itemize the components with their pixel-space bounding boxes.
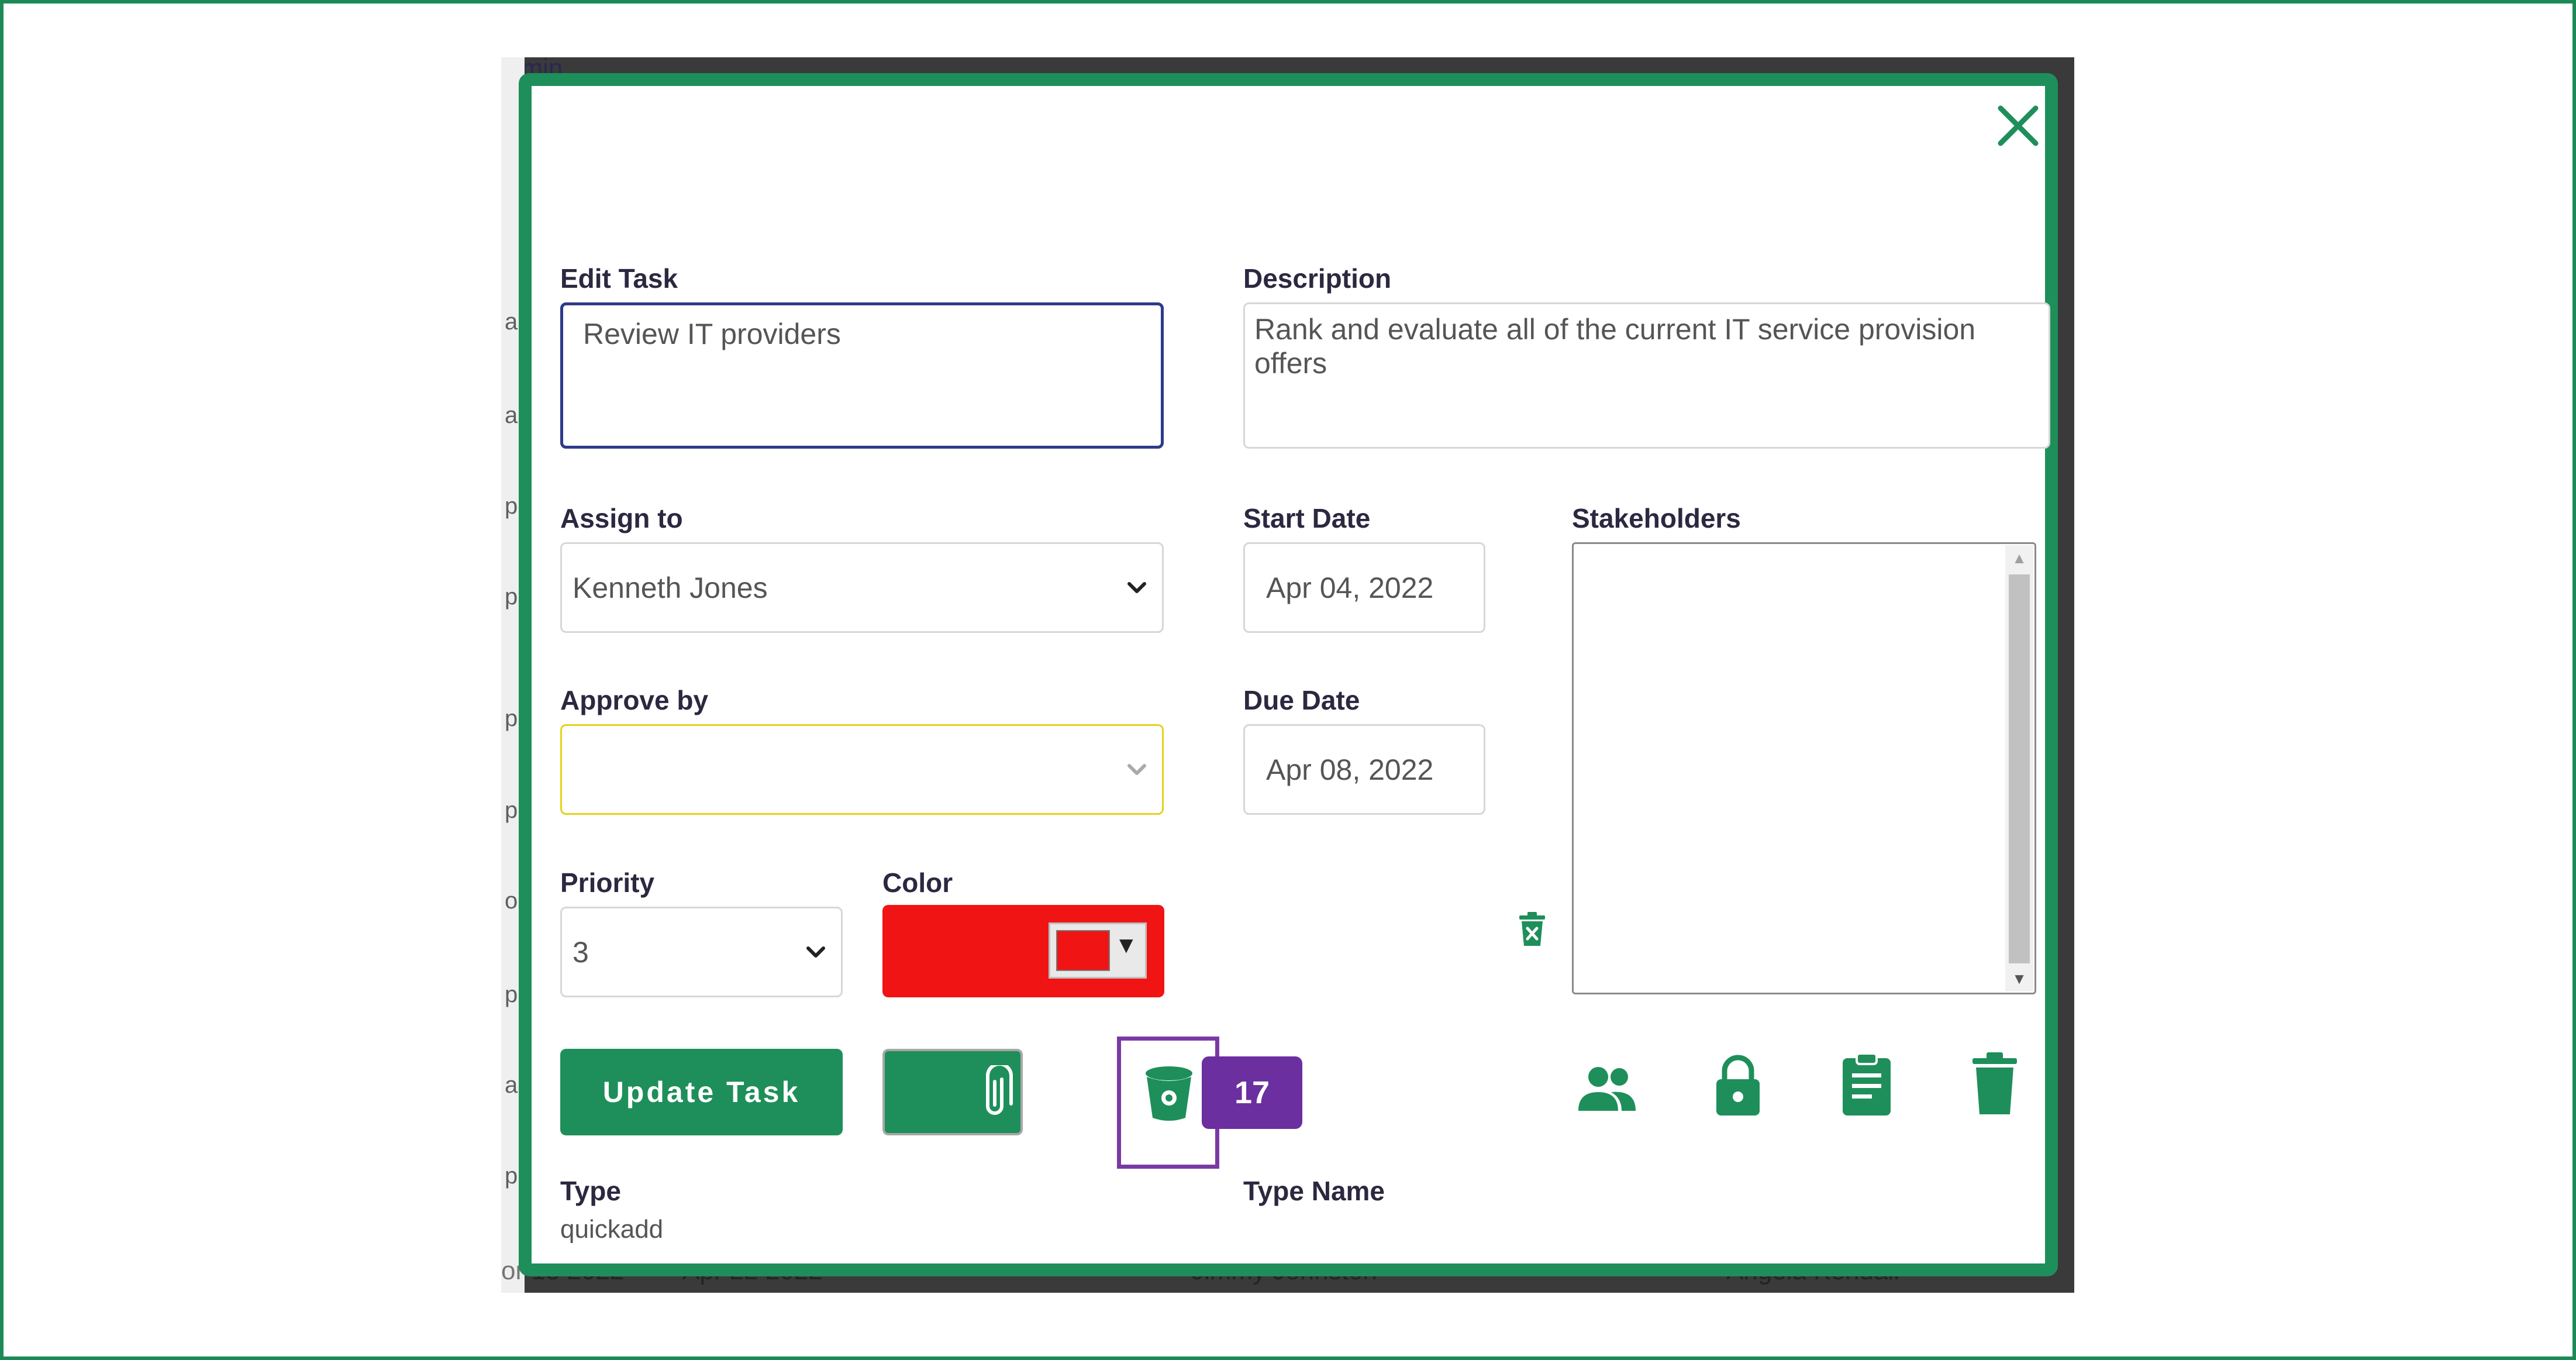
count-badge: 17 xyxy=(1202,1056,1302,1129)
delete-task-button[interactable] xyxy=(1971,1051,2018,1117)
assign-to-value: Kenneth Jones xyxy=(573,571,768,604)
stakeholders-scrollbar[interactable]: ▲ ▼ xyxy=(2005,545,2033,991)
description-value: Rank and evaluate all of the current IT … xyxy=(1254,313,1976,380)
start-date-value: Apr 04, 2022 xyxy=(1266,571,1434,604)
priority-label: Priority xyxy=(560,867,655,898)
due-date-value: Apr 08, 2022 xyxy=(1266,753,1434,786)
edit-task-modal: Edit Task Review IT providers Descriptio… xyxy=(519,73,2058,1276)
scroll-up-icon[interactable]: ▲ xyxy=(2005,545,2033,571)
due-date-input[interactable]: Apr 08, 2022 xyxy=(1243,724,1485,815)
color-label: Color xyxy=(882,867,953,898)
remove-stakeholder-button[interactable] xyxy=(1517,911,1547,948)
update-task-label: Update Task xyxy=(602,1076,801,1108)
stakeholders-label: Stakeholders xyxy=(1572,503,1741,533)
color-swatch-button[interactable]: ▼ xyxy=(1049,922,1147,979)
chevron-down-icon xyxy=(806,946,825,958)
update-task-button[interactable]: Update Task xyxy=(560,1049,843,1135)
stakeholders-listbox[interactable]: ▲ ▼ xyxy=(1572,542,2036,994)
edit-task-input[interactable]: Review IT providers xyxy=(560,302,1164,449)
people-icon xyxy=(1578,1067,1636,1111)
start-date-label: Start Date xyxy=(1243,503,1371,533)
description-textarea[interactable]: Rank and evaluate all of the current IT … xyxy=(1243,302,2050,449)
paperclip-icon xyxy=(986,1065,1013,1115)
type-label: Type xyxy=(560,1176,621,1206)
chevron-down-icon xyxy=(1127,581,1146,593)
assign-to-select[interactable]: Kenneth Jones xyxy=(560,542,1164,633)
trash-icon xyxy=(1972,1052,2017,1114)
approve-by-select[interactable] xyxy=(560,724,1164,815)
lock-button[interactable] xyxy=(1712,1052,1764,1117)
close-button[interactable] xyxy=(1995,102,2042,149)
start-date-input[interactable]: Apr 04, 2022 xyxy=(1243,542,1485,633)
count-badge-value: 17 xyxy=(1234,1075,1270,1110)
chevron-down-icon xyxy=(1127,763,1146,775)
description-label: Description xyxy=(1243,263,1392,294)
bucket-icon xyxy=(1146,1066,1192,1121)
approve-by-label: Approve by xyxy=(560,685,709,715)
assign-to-label: Assign to xyxy=(560,503,683,533)
stakeholders-people-button[interactable] xyxy=(1575,1062,1639,1114)
edit-task-label: Edit Task xyxy=(560,263,678,294)
scroll-down-icon[interactable]: ▼ xyxy=(2005,966,2033,991)
edit-task-value: Review IT providers xyxy=(583,318,841,350)
color-picker[interactable]: ▼ xyxy=(882,905,1164,997)
due-date-label: Due Date xyxy=(1243,685,1360,715)
scrollbar-thumb[interactable] xyxy=(2009,574,2030,963)
clipboard-icon xyxy=(1843,1052,1891,1115)
type-name-label: Type Name xyxy=(1243,1176,1385,1206)
color-dropdown-arrow: ▼ xyxy=(1115,932,1138,958)
attach-file-button[interactable] xyxy=(882,1049,1023,1135)
close-icon xyxy=(1998,105,2039,146)
color-swatch xyxy=(1056,930,1110,971)
clipboard-button[interactable] xyxy=(1840,1051,1893,1117)
lock-icon xyxy=(1716,1055,1760,1115)
type-value: quickadd xyxy=(560,1215,664,1244)
priority-value: 3 xyxy=(573,935,589,969)
priority-select[interactable]: 3 xyxy=(560,907,843,997)
remove-stakeholder-icon xyxy=(1519,912,1545,946)
